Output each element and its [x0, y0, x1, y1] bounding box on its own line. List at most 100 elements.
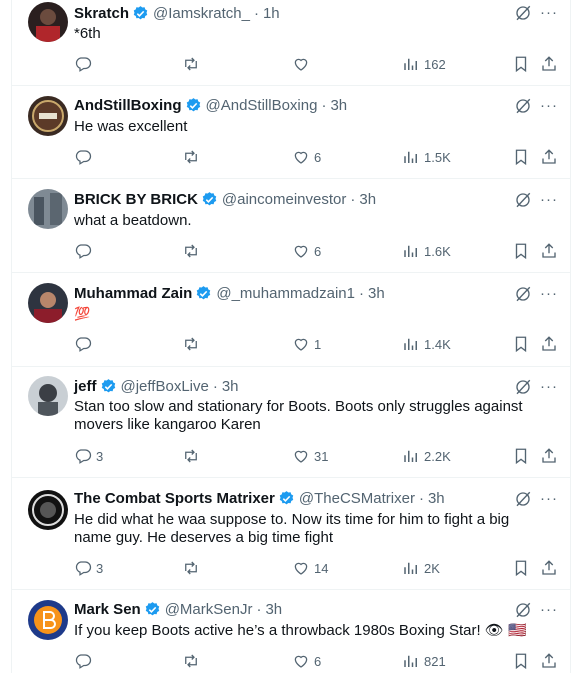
views-button[interactable]: 162: [402, 54, 446, 74]
timestamp[interactable]: 3h: [359, 191, 376, 208]
repost-icon: [185, 449, 197, 463]
display-name[interactable]: Skratch: [74, 5, 129, 22]
repost-button[interactable]: [182, 147, 200, 167]
heart-icon: [294, 245, 308, 258]
handle[interactable]: @TheCSMatrixer: [299, 490, 415, 507]
display-name[interactable]: jeff: [74, 378, 97, 395]
repost-button[interactable]: [182, 54, 200, 74]
reply-button[interactable]: 3: [74, 446, 103, 466]
reply-button[interactable]: [74, 651, 96, 671]
more-options-icon[interactable]: ···: [540, 285, 558, 302]
timestamp[interactable]: 3h: [330, 97, 347, 114]
more-options-icon[interactable]: ···: [540, 490, 558, 507]
avatar[interactable]: [28, 96, 68, 136]
analytics-icon: [404, 245, 417, 257]
bookmark-icon[interactable]: [512, 558, 530, 578]
handle[interactable]: @aincomeinvestor: [222, 191, 346, 208]
share-icon[interactable]: [540, 446, 558, 466]
repost-button[interactable]: [182, 446, 200, 466]
reply-button[interactable]: [74, 241, 96, 261]
tweet[interactable]: The Combat Sports Matrixer @TheCSMatrixe…: [12, 477, 570, 590]
views-button[interactable]: 1.5K: [402, 147, 451, 167]
like-button[interactable]: 14: [292, 558, 328, 578]
avatar[interactable]: [28, 189, 68, 229]
bookmark-icon[interactable]: [512, 334, 530, 354]
share-icon[interactable]: [540, 241, 558, 261]
like-button[interactable]: 6: [292, 241, 321, 261]
tweet[interactable]: Mark Sen @MarkSenJr · 3h ··· If you keep…: [12, 589, 570, 673]
views-button[interactable]: 1.4K: [402, 334, 451, 354]
avatar[interactable]: [28, 376, 68, 416]
reply-button[interactable]: [74, 334, 96, 354]
share-icon[interactable]: [540, 334, 558, 354]
separator-dot: ·: [253, 4, 259, 22]
views-button[interactable]: 2K: [402, 558, 440, 578]
view-count: 162: [424, 56, 446, 72]
more-options-icon[interactable]: ···: [540, 4, 558, 21]
bookmark-icon[interactable]: [512, 651, 530, 671]
tweet-header: Skratch @Iamskratch_ · 1h: [74, 3, 280, 23]
grok-icon[interactable]: [514, 285, 532, 303]
tweet[interactable]: Skratch @Iamskratch_ · 1h ··· *6th 162: [12, 0, 570, 86]
avatar[interactable]: [28, 600, 68, 640]
tweet-text: 💯: [74, 305, 544, 323]
more-options-icon[interactable]: ···: [540, 378, 558, 395]
handle[interactable]: @MarkSenJr: [165, 601, 253, 618]
display-name[interactable]: The Combat Sports Matrixer: [74, 490, 275, 507]
share-icon[interactable]: [540, 147, 558, 167]
reply-button[interactable]: 3: [74, 558, 103, 578]
timestamp[interactable]: 1h: [263, 5, 280, 22]
timestamp[interactable]: 3h: [368, 285, 385, 302]
bookmark-icon[interactable]: [512, 241, 530, 261]
like-button[interactable]: 31: [292, 446, 328, 466]
timestamp[interactable]: 3h: [428, 490, 445, 507]
grok-icon[interactable]: [514, 97, 532, 115]
like-button[interactable]: 1: [292, 334, 321, 354]
tweet[interactable]: Muhammad Zain @_muhammadzain1 · 3h ··· 💯…: [12, 272, 570, 367]
handle[interactable]: @_muhammadzain1: [216, 285, 355, 302]
tweet[interactable]: jeff @jeffBoxLive · 3h ··· Stan too slow…: [12, 366, 570, 478]
repost-button[interactable]: [182, 241, 200, 261]
bookmark-icon[interactable]: [512, 147, 530, 167]
more-options-icon[interactable]: ···: [540, 97, 558, 114]
grok-icon[interactable]: [514, 378, 532, 396]
grok-icon[interactable]: [514, 601, 532, 619]
avatar[interactable]: [28, 490, 68, 530]
display-name[interactable]: Mark Sen: [74, 601, 141, 618]
handle[interactable]: @jeffBoxLive: [121, 378, 209, 395]
share-icon[interactable]: [540, 558, 558, 578]
reply-button[interactable]: [74, 147, 96, 167]
share-icon[interactable]: [540, 651, 558, 671]
like-button[interactable]: 6: [292, 651, 321, 671]
grok-icon[interactable]: [514, 4, 532, 22]
more-options-icon[interactable]: ···: [540, 601, 558, 618]
timestamp[interactable]: 3h: [265, 601, 282, 618]
grok-icon[interactable]: [514, 191, 532, 209]
bookmark-icon[interactable]: [512, 446, 530, 466]
repost-button[interactable]: [182, 651, 200, 671]
reply-button[interactable]: [74, 54, 96, 74]
views-button[interactable]: 1.6K: [402, 241, 451, 261]
separator-dot: ·: [359, 284, 364, 302]
share-icon[interactable]: [540, 54, 558, 74]
repost-icon: [185, 150, 197, 164]
like-button[interactable]: [292, 54, 314, 74]
handle[interactable]: @Iamskratch_: [153, 5, 250, 22]
bookmark-icon[interactable]: [512, 54, 530, 74]
avatar[interactable]: [28, 2, 68, 42]
display-name[interactable]: AndStillBoxing: [74, 97, 182, 114]
display-name[interactable]: BRICK BY BRICK: [74, 191, 198, 208]
views-button[interactable]: 821: [402, 651, 446, 671]
grok-icon[interactable]: [514, 490, 532, 508]
timestamp[interactable]: 3h: [222, 378, 239, 395]
like-button[interactable]: 6: [292, 147, 321, 167]
views-button[interactable]: 2.2K: [402, 446, 451, 466]
tweet[interactable]: BRICK BY BRICK @aincomeinvestor · 3h ···…: [12, 178, 570, 273]
repost-button[interactable]: [182, 558, 200, 578]
avatar[interactable]: [28, 283, 68, 323]
repost-button[interactable]: [182, 334, 200, 354]
display-name[interactable]: Muhammad Zain: [74, 285, 192, 302]
more-options-icon[interactable]: ···: [540, 191, 558, 208]
tweet[interactable]: AndStillBoxing @AndStillBoxing · 3h ··· …: [12, 85, 570, 179]
handle[interactable]: @AndStillBoxing: [206, 97, 318, 114]
